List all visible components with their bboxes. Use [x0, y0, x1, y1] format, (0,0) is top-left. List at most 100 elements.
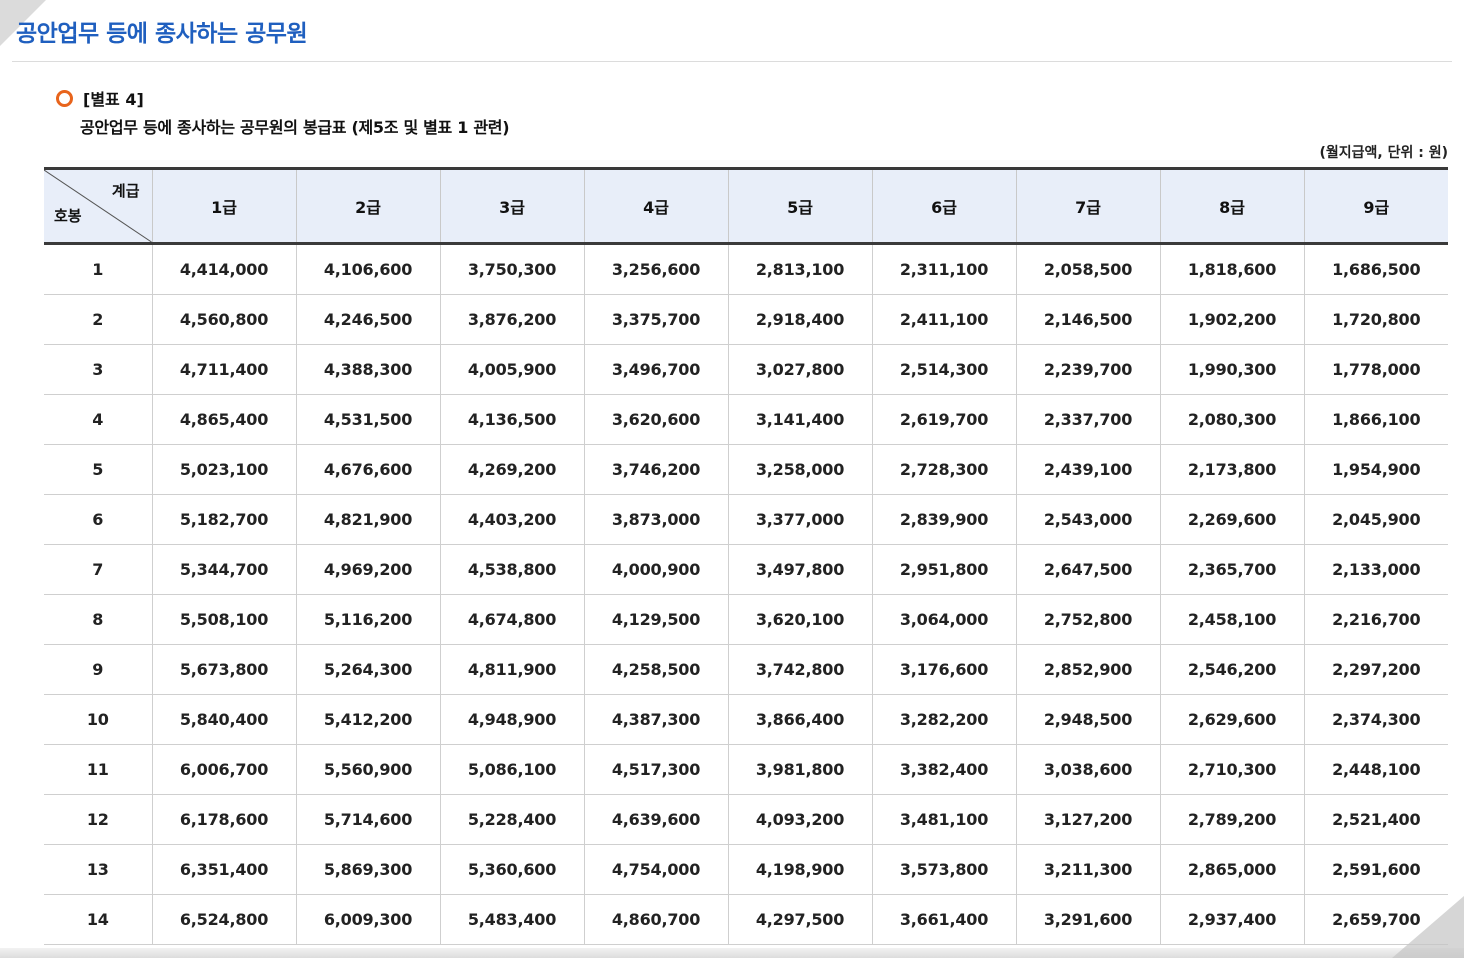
grade-header-4: 4급: [583, 167, 728, 245]
salary-table: 계급 호봉 1급 2급 3급 4급 5급 6급 7급 8급 9급 1 4,414,000 4,106…: [44, 167, 1448, 945]
salary-cell: 2,297,200: [1303, 644, 1448, 695]
salary-cell: 5,869,300: [295, 844, 440, 895]
salary-cell: 2,710,300: [1159, 744, 1304, 795]
bullet-circle-icon: [56, 89, 73, 107]
grade-header-6: 6급: [871, 167, 1016, 245]
salary-cell: 6,524,800: [151, 894, 296, 945]
salary-cell: 3,620,100: [727, 594, 872, 645]
salary-cell: 3,750,300: [439, 243, 584, 295]
grade-header-3: 3급: [439, 167, 584, 245]
step-cell: 10: [44, 694, 152, 745]
salary-cell: 2,752,800: [1015, 594, 1160, 645]
table-row: 1 4,414,000 4,106,600 3,750,300 3,256,600 2,8…: [44, 243, 1448, 295]
salary-cell: 4,198,900: [727, 844, 872, 895]
salary-cell: 5,508,100: [151, 594, 296, 645]
salary-cell: 4,676,600: [295, 444, 440, 495]
salary-cell: 4,000,900: [583, 544, 728, 595]
salary-cell: 4,388,300: [295, 344, 440, 395]
page: 공안업무 등에 종사하는 공무원 [별표 4] 공안업무 등에 종사하는 공무원…: [0, 0, 1464, 958]
table-row: 4 4,865,400 4,531,500 4,136,500 3,620,600 3,1…: [44, 394, 1448, 445]
salary-cell: 2,173,800: [1159, 444, 1304, 495]
table-row: 14 6,524,800 6,009,300 5,483,400 4,860,700 4,…: [44, 894, 1448, 945]
salary-cell: 3,620,600: [583, 394, 728, 445]
rank-label: 계급: [111, 182, 140, 200]
salary-cell: 2,514,300: [871, 344, 1016, 395]
salary-cell: 2,948,500: [1015, 694, 1160, 745]
corner-header-cell: 계급 호봉: [44, 167, 152, 245]
salary-cell: 3,176,600: [871, 644, 1016, 695]
salary-cell: 3,382,400: [871, 744, 1016, 795]
step-cell: 2: [44, 294, 152, 345]
salary-cell: 4,517,300: [583, 744, 728, 795]
page-title: 공안업무 등에 종사하는 공무원: [16, 21, 308, 47]
annex-label: [별표 4]: [83, 90, 144, 109]
salary-cell: 3,873,000: [583, 494, 728, 545]
salary-cell: 2,647,500: [1015, 544, 1160, 595]
unit-note: (월지급액, 단위 : 원): [1319, 145, 1449, 161]
salary-cell: 3,981,800: [727, 744, 872, 795]
table-row: 6 5,182,700 4,821,900 4,403,200 3,873,000 3,3…: [44, 494, 1448, 545]
step-cell: 14: [44, 894, 152, 945]
step-cell: 1: [44, 243, 152, 295]
title-divider: [12, 61, 1452, 62]
salary-cell: 2,937,400: [1159, 894, 1304, 945]
salary-cell: 2,439,100: [1015, 444, 1160, 495]
table-row: 10 5,840,400 5,412,200 4,948,900 4,387,300 3,…: [44, 694, 1448, 745]
salary-cell: 2,629,600: [1159, 694, 1304, 745]
table-row: 7 5,344,700 4,969,200 4,538,800 4,000,900 3,4…: [44, 544, 1448, 595]
table-row: 13 6,351,400 5,869,300 5,360,600 4,754,000 4,…: [44, 844, 1448, 895]
salary-cell: 6,009,300: [295, 894, 440, 945]
step-cell: 3: [44, 344, 152, 395]
salary-cell: 5,116,200: [295, 594, 440, 645]
salary-cell: 2,269,600: [1159, 494, 1304, 545]
salary-cell: 5,264,300: [295, 644, 440, 695]
salary-cell: 2,080,300: [1159, 394, 1304, 445]
salary-cell: 2,543,000: [1015, 494, 1160, 545]
salary-cell: 3,291,600: [1015, 894, 1160, 945]
salary-cell: 4,560,800: [151, 294, 296, 345]
salary-cell: 4,269,200: [439, 444, 584, 495]
table-row: 5 5,023,100 4,676,600 4,269,200 3,746,200 3,2…: [44, 444, 1448, 495]
salary-cell: 3,876,200: [439, 294, 584, 345]
step-cell: 12: [44, 794, 152, 845]
salary-cell: 2,619,700: [871, 394, 1016, 445]
grade-header-8: 8급: [1159, 167, 1304, 245]
salary-cell: 2,374,300: [1303, 694, 1448, 745]
salary-cell: 4,297,500: [727, 894, 872, 945]
grade-header-5: 5급: [727, 167, 872, 245]
grade-header-1: 1급: [151, 167, 296, 245]
table-row: 8 5,508,100 5,116,200 4,674,800 4,129,500 3,6…: [44, 594, 1448, 645]
salary-cell: 4,414,000: [151, 243, 296, 295]
salary-cell: 3,141,400: [727, 394, 872, 445]
salary-cell: 3,497,800: [727, 544, 872, 595]
step-cell: 5: [44, 444, 152, 495]
salary-cell: 2,813,100: [727, 243, 872, 295]
salary-cell: 3,375,700: [583, 294, 728, 345]
salary-cell: 4,969,200: [295, 544, 440, 595]
salary-cell: 2,365,700: [1159, 544, 1304, 595]
salary-cell: 3,573,800: [871, 844, 1016, 895]
salary-cell: 2,458,100: [1159, 594, 1304, 645]
salary-cell: 2,239,700: [1015, 344, 1160, 395]
salary-cell: 6,178,600: [151, 794, 296, 845]
salary-cell: 2,411,100: [871, 294, 1016, 345]
bottom-shade: [0, 948, 1464, 958]
salary-cell: 3,481,100: [871, 794, 1016, 845]
salary-cell: 2,216,700: [1303, 594, 1448, 645]
salary-cell: 5,714,600: [295, 794, 440, 845]
salary-cell: 2,951,800: [871, 544, 1016, 595]
table-row: 9 5,673,800 5,264,300 4,811,900 4,258,500 3,7…: [44, 644, 1448, 695]
table-row: 11 6,006,700 5,560,900 5,086,100 4,517,300 3,…: [44, 744, 1448, 795]
salary-cell: 3,027,800: [727, 344, 872, 395]
salary-cell: 4,246,500: [295, 294, 440, 345]
salary-cell: 5,673,800: [151, 644, 296, 695]
salary-cell: 5,560,900: [295, 744, 440, 795]
table-row: 2 4,560,800 4,246,500 3,876,200 3,375,700 2,9…: [44, 294, 1448, 345]
salary-cell: 4,106,600: [295, 243, 440, 295]
step-cell: 13: [44, 844, 152, 895]
step-cell: 11: [44, 744, 152, 795]
salary-cell: 3,038,600: [1015, 744, 1160, 795]
salary-cell: 2,337,700: [1015, 394, 1160, 445]
salary-cell: 2,728,300: [871, 444, 1016, 495]
salary-cell: 3,258,000: [727, 444, 872, 495]
